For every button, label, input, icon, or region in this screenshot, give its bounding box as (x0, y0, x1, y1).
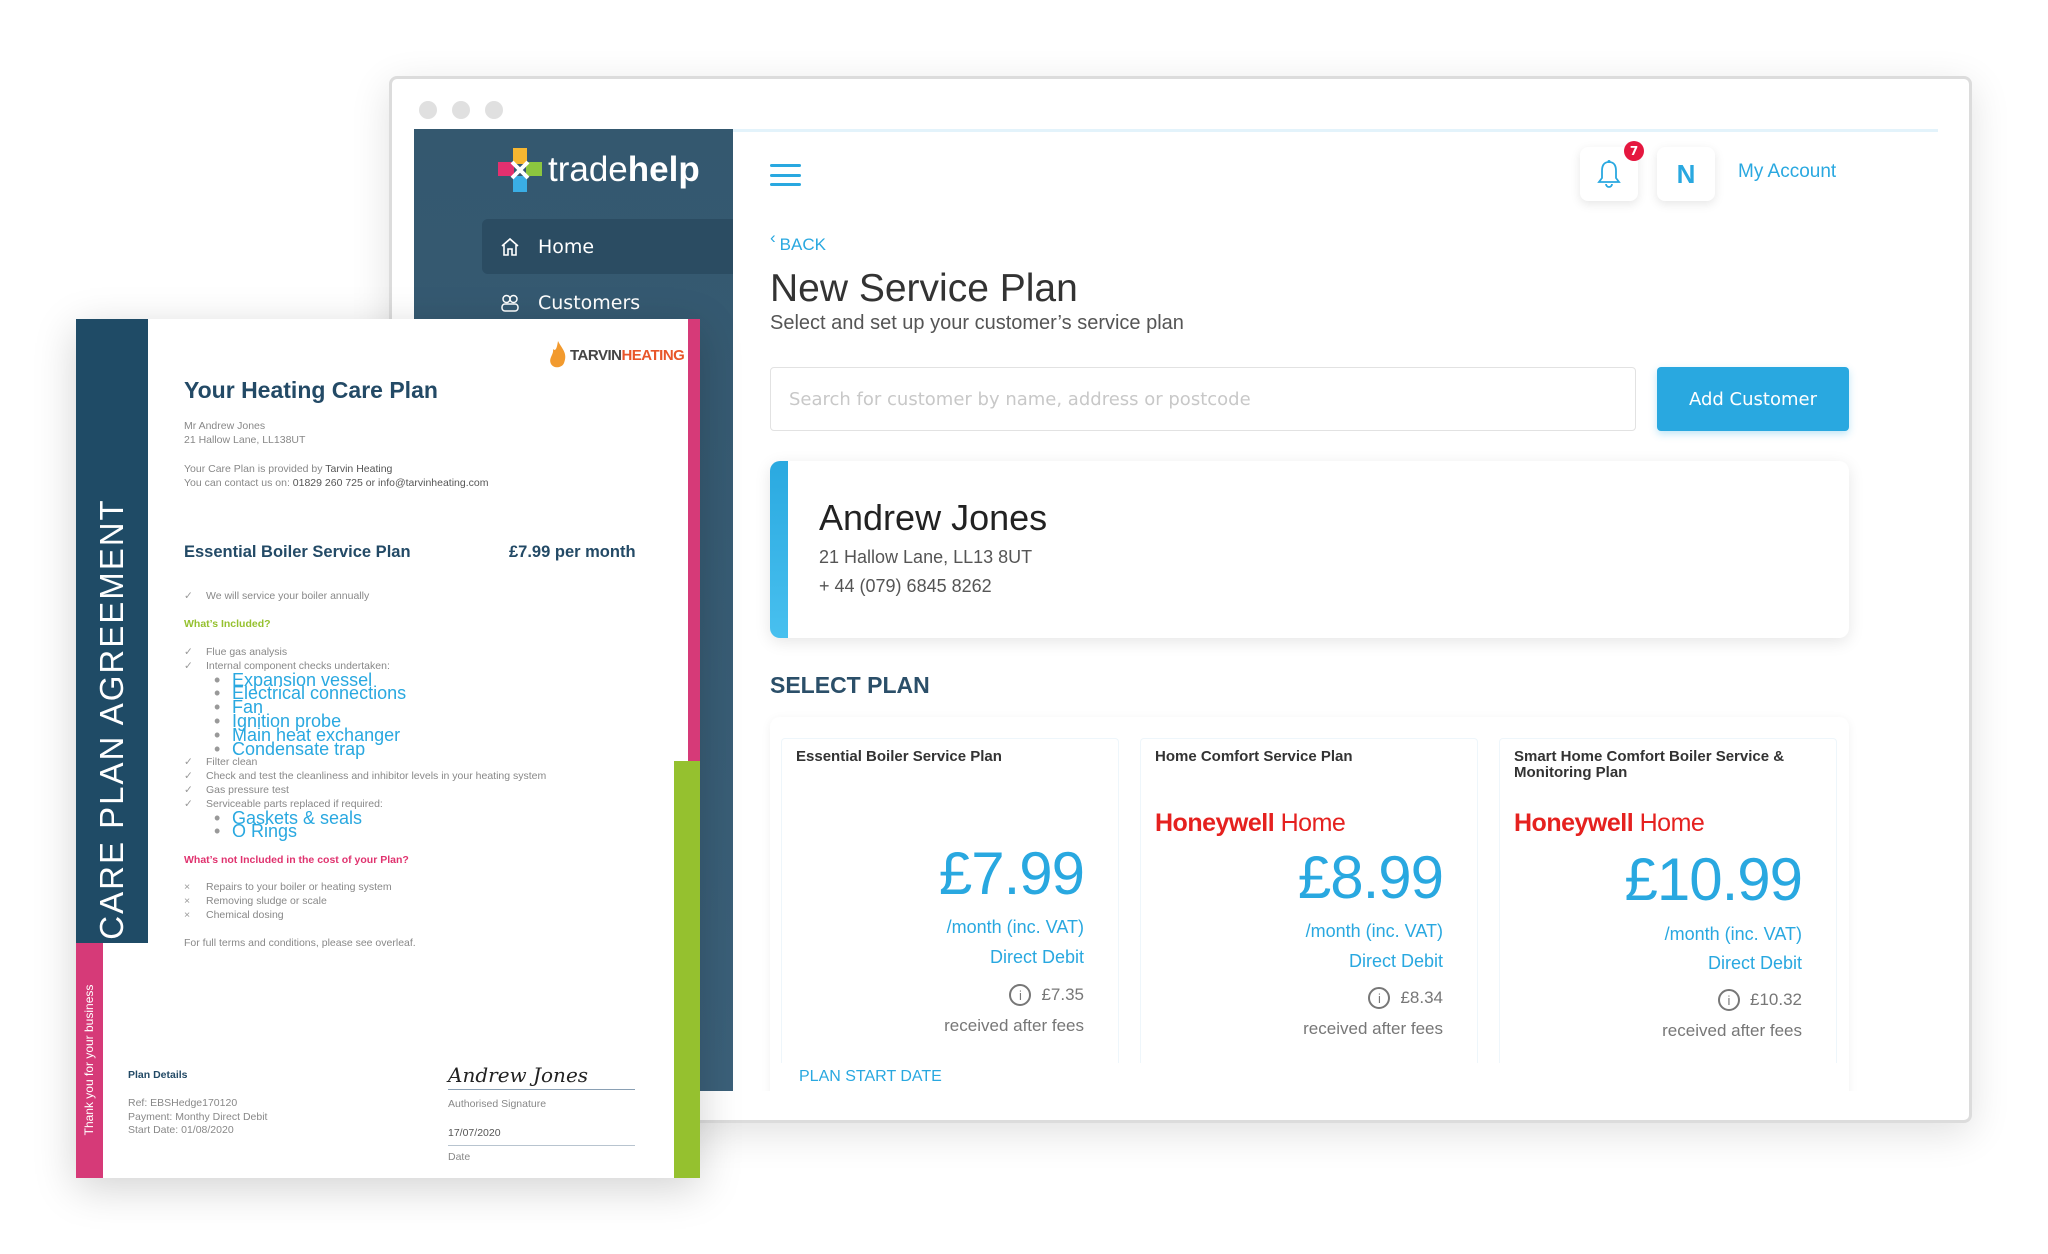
tradehelp-logo[interactable]: tradehelp (498, 148, 700, 192)
customer-card[interactable]: Andrew Jones 21 Hallow Lane, LL13 8UT + … (770, 461, 1849, 638)
plan-card-home-comfort[interactable]: Home Comfort Service Plan Honeywell Home… (1140, 738, 1478, 1063)
page-subtitle: Select and set up your customer’s servic… (770, 312, 1184, 334)
not-included-heading: What’s not Included in the cost of your … (184, 854, 409, 866)
info-icon[interactable]: i (1368, 987, 1391, 1009)
plan-title: Essential Boiler Service Plan (796, 748, 1002, 765)
window-maximize-dot[interactable] (485, 101, 503, 119)
document-customer: Mr Andrew Jones 21 Hallow Lane, LL138UT (184, 420, 306, 446)
document-thanks-band: Thank you for your business (76, 943, 103, 1178)
add-customer-button[interactable]: Add Customer (1657, 367, 1849, 431)
main-content: 7 N My Account ‹ BACK New Service Plan Se… (733, 129, 1938, 1091)
plan-payment-method: Direct Debit (1348, 951, 1443, 971)
plan-net-amount: i £8.34 (1368, 987, 1443, 1009)
not-included-list: Repairs to your boiler or heating system… (184, 881, 392, 922)
customer-phone: + 44 (079) 6845 8262 (819, 576, 992, 596)
tarvin-heating-logo: TARVINHEATING (548, 341, 685, 369)
included-list: Flue gas analysisInternal component chec… (184, 646, 546, 840)
sidebar-item-home[interactable]: Home (482, 219, 733, 274)
plan-net-amount: i £10.32 (1718, 989, 1802, 1011)
plan-payment-method: Direct Debit (989, 947, 1084, 967)
plan-period: /month (inc. VAT) (1664, 924, 1802, 944)
notifications-button[interactable]: 7 (1580, 141, 1644, 201)
plan-details: Ref: EBSHedge170120 Payment: Monthy Direc… (128, 1097, 268, 1137)
plan-start-date-label: PLAN START DATE (799, 1068, 942, 1085)
plan-title: Smart Home Comfort Boiler Service & Moni… (1514, 748, 1785, 781)
window-close-dot[interactable] (419, 101, 437, 119)
plan-card-smart-home[interactable]: Smart Home Comfort Boiler Service & Moni… (1499, 738, 1837, 1063)
date-line (448, 1145, 635, 1146)
document-side-band: CARE PLAN AGREEMENT (76, 319, 148, 943)
document-side-title: CARE PLAN AGREEMENT (93, 498, 130, 940)
plan-period: /month (inc. VAT) (946, 917, 1084, 937)
document-plan-name: Essential Boiler Service Plan (184, 543, 411, 561)
signature-label: Authorised Signature (448, 1098, 547, 1110)
sidebar-item-label: Customers (538, 291, 641, 314)
customers-icon (501, 294, 519, 312)
plan-net-label: received after fees (1662, 1021, 1802, 1040)
notification-badge: 7 (1624, 141, 1644, 161)
document-plan-price: £7.99 per month (509, 543, 636, 561)
signature-date: 17/07/2020 (448, 1127, 501, 1139)
document-intro: We will service your boiler annually (184, 590, 369, 604)
thanks-text: Thank you for your business (82, 984, 96, 1136)
document-provider: Your Care Plan is provided by Tarvin Hea… (184, 463, 489, 489)
sidebar-item-label: Home (538, 235, 595, 258)
plans-panel: Essential Boiler Service Plan £7.99 /mon… (770, 717, 1849, 1091)
signature-line (448, 1089, 635, 1090)
plan-price: £10.99 (1624, 846, 1803, 913)
info-icon[interactable]: i (1009, 984, 1032, 1006)
signature: Andrew Jones (448, 1063, 589, 1087)
customer-search-input[interactable] (770, 367, 1636, 431)
terms-note: For full terms and conditions, please se… (184, 937, 416, 949)
plan-payment-method: Direct Debit (1707, 953, 1802, 973)
info-icon[interactable]: i (1718, 989, 1740, 1011)
select-plan-heading: SELECT PLAN (770, 672, 930, 698)
hamburger-menu-icon[interactable] (770, 164, 801, 186)
plan-net-label: received after fees (1303, 1019, 1443, 1038)
green-edge (674, 761, 700, 1178)
plan-details-heading: Plan Details (128, 1069, 188, 1081)
plan-title: Home Comfort Service Plan (1155, 748, 1353, 765)
honeywell-home-logo: Honeywell Home (1155, 809, 1346, 837)
my-account-link[interactable]: My Account (1738, 161, 1836, 183)
document-title: Your Heating Care Plan (184, 377, 438, 403)
flame-icon (550, 341, 566, 368)
plan-period: /month (inc. VAT) (1305, 921, 1443, 941)
home-icon (501, 237, 519, 256)
customer-name: Andrew Jones (819, 497, 1048, 538)
care-plan-document: CARE PLAN AGREEMENT Thank you for your b… (76, 319, 700, 1178)
back-link[interactable]: ‹ BACK (770, 228, 826, 255)
customer-card-accent (770, 461, 788, 638)
bell-icon (1597, 160, 1621, 188)
page-title: New Service Plan (770, 267, 1078, 310)
tradehelp-logo-icon (498, 148, 542, 192)
plan-price: £7.99 (938, 840, 1085, 907)
avatar[interactable]: N (1657, 147, 1715, 201)
pink-edge (688, 319, 700, 761)
customer-address: 21 Hallow Lane, LL13 8UT (819, 547, 1033, 567)
plan-price: £8.99 (1297, 844, 1444, 911)
window-minimize-dot[interactable] (452, 101, 470, 119)
plan-net-amount: i £7.35 (1009, 984, 1084, 1006)
included-heading: What’s Included? (184, 618, 271, 630)
honeywell-home-logo: Honeywell Home (1514, 809, 1705, 837)
chevron-left-icon: ‹ (770, 228, 776, 247)
plan-card-essential[interactable]: Essential Boiler Service Plan £7.99 /mon… (781, 738, 1119, 1063)
plan-net-label: received after fees (944, 1016, 1084, 1035)
date-label: Date (448, 1151, 471, 1163)
